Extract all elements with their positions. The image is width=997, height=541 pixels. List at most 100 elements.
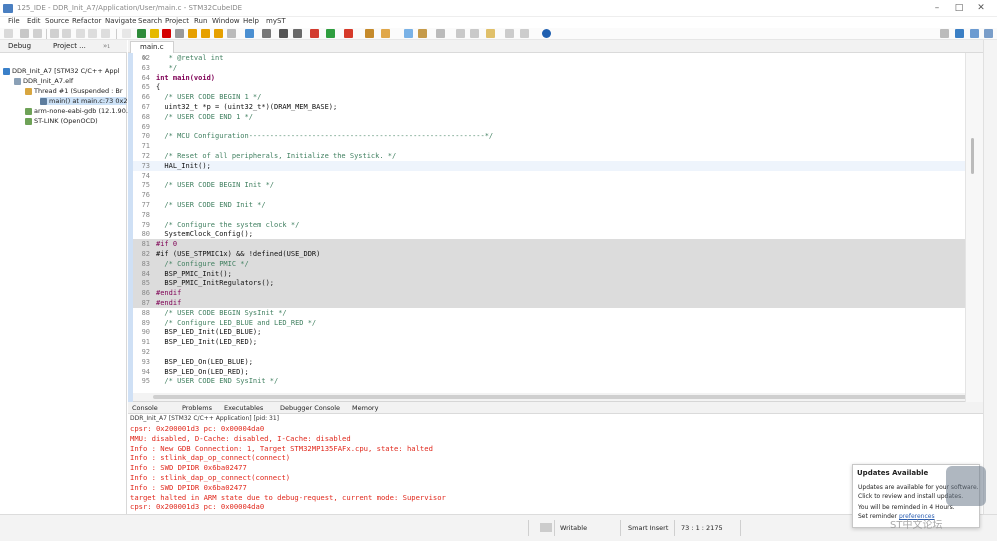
tab-problems[interactable]: Problems xyxy=(182,404,212,412)
code-line[interactable]: 93 BSP_LED_On(LED_BLUE); xyxy=(133,357,965,367)
code-line[interactable]: 85 BSP_PMIC_InitRegulators(); xyxy=(133,278,965,289)
nav-forward-icon[interactable] xyxy=(520,29,529,38)
debug-config-icon[interactable] xyxy=(279,29,288,38)
tree-thread[interactable]: Thread #1 (Suspended : Br xyxy=(25,87,123,95)
step-over-icon[interactable] xyxy=(201,29,210,38)
tab-debugger-console[interactable]: Debugger Console xyxy=(280,404,340,412)
tab-debug[interactable]: Debug xyxy=(8,42,31,50)
menu-window[interactable]: Window xyxy=(212,17,240,25)
tab-memory[interactable]: Memory xyxy=(352,404,378,412)
code-line[interactable]: 69 xyxy=(133,122,965,132)
disconnect-icon[interactable] xyxy=(175,29,184,38)
step-into-icon[interactable] xyxy=(188,29,197,38)
menu-edit[interactable]: Edit xyxy=(27,17,41,25)
code-line[interactable]: 76 xyxy=(133,190,965,200)
code-line[interactable]: 67 uint32_t *p = (uint32_t*)(DRAM_MEM_BA… xyxy=(133,102,965,112)
code-line[interactable]: 83 /* Configure PMIC */ xyxy=(133,258,965,269)
code-line[interactable]: 71 xyxy=(133,141,965,151)
new-project-icon[interactable] xyxy=(365,29,374,38)
horizontal-scrollbar[interactable] xyxy=(133,393,973,401)
clean-icon[interactable] xyxy=(62,29,71,38)
resume-icon[interactable] xyxy=(137,29,146,38)
run-icon[interactable] xyxy=(326,29,335,38)
tab-executables[interactable]: Executables xyxy=(224,404,263,412)
profile-icon[interactable] xyxy=(344,29,353,38)
perspective-debug-icon[interactable] xyxy=(970,29,979,38)
debug-icon[interactable] xyxy=(310,29,319,38)
tree-elf[interactable]: DDR_Init_A7.elf xyxy=(14,77,73,85)
code-line[interactable]: 66 /* USER CODE BEGIN 1 */ xyxy=(133,92,965,102)
code-line[interactable]: 68 /* USER CODE END 1 */ xyxy=(133,112,965,122)
menu-search[interactable]: Search xyxy=(138,17,162,25)
panel-menu-icon[interactable]: »₁ xyxy=(103,42,110,50)
menu-source[interactable]: Source xyxy=(45,17,69,25)
save-icon[interactable] xyxy=(20,29,29,38)
tab-main-c[interactable]: main.c ✕ xyxy=(130,41,174,62)
reset-chip-icon[interactable] xyxy=(262,29,271,38)
refresh-icon[interactable] xyxy=(101,29,110,38)
tab-project-explorer[interactable]: Project ... xyxy=(53,42,86,50)
menu-refactor[interactable]: Refactor xyxy=(72,17,101,25)
code-area[interactable]: 62 * @retval int 63 */64 int main(void) 65{… xyxy=(133,53,965,402)
code-line[interactable]: 88 /* USER CODE BEGIN SysInit */ xyxy=(133,308,965,318)
menu-file[interactable]: File xyxy=(8,17,20,25)
minimize-icon[interactable]: – xyxy=(930,2,944,14)
code-line[interactable]: 63 */ xyxy=(133,63,965,73)
last-edit-icon[interactable] xyxy=(486,29,495,38)
tree-stack-frame[interactable]: main() at main.c:73 0x28 xyxy=(40,97,132,105)
code-line[interactable]: 62 * @retval int xyxy=(133,53,965,63)
tree-stlink[interactable]: ST-LINK (OpenOCD) xyxy=(25,117,98,125)
terminate-icon[interactable] xyxy=(162,29,171,38)
code-line[interactable]: 86 #endif xyxy=(133,288,965,299)
forward-icon[interactable] xyxy=(470,29,479,38)
code-line[interactable]: 73 HAL_Init(); xyxy=(133,160,965,171)
back-icon[interactable] xyxy=(456,29,465,38)
tree-gdb[interactable]: arm-none-eabi-gdb (12.1.90.2 xyxy=(25,107,132,115)
code-line[interactable]: 91 BSP_LED_Init(LED_RED); xyxy=(133,337,965,347)
code-line[interactable]: 78 xyxy=(133,210,965,220)
info-icon[interactable] xyxy=(542,29,551,38)
code-line[interactable]: 77 /* USER CODE END Init */ xyxy=(133,200,965,210)
code-line[interactable]: 82 #if (USE_STPMIC1x) && !defined(USE_DDR… xyxy=(133,249,965,259)
code-line[interactable]: 75 /* USER CODE BEGIN Init */ xyxy=(133,180,965,190)
menu-myst[interactable]: myST xyxy=(266,17,286,25)
code-line[interactable]: 74 xyxy=(133,171,965,181)
perspective-cpp-icon[interactable] xyxy=(955,29,964,38)
code-line[interactable]: 84 BSP_PMIC_Init(); xyxy=(133,268,965,279)
annotation-icon[interactable] xyxy=(418,29,427,38)
vertical-scrollbar[interactable] xyxy=(965,53,983,402)
code-line[interactable]: 64 int main(void) xyxy=(133,73,965,83)
close-icon[interactable]: ✕ xyxy=(974,2,988,14)
next-annotation-icon[interactable] xyxy=(436,29,445,38)
skip-breakpoints-icon[interactable] xyxy=(122,29,131,38)
nav-back-icon[interactable] xyxy=(505,29,514,38)
step-return-icon[interactable] xyxy=(214,29,223,38)
external-tools-icon[interactable] xyxy=(293,29,302,38)
menu-run[interactable]: Run xyxy=(194,17,207,25)
redo-icon[interactable] xyxy=(88,29,97,38)
build-icon[interactable] xyxy=(50,29,59,38)
restart-icon[interactable] xyxy=(227,29,236,38)
code-line[interactable]: 90 BSP_LED_Init(LED_BLUE); xyxy=(133,327,965,337)
save-all-icon[interactable] xyxy=(33,29,42,38)
mark-occurrences-icon[interactable] xyxy=(404,29,413,38)
code-line[interactable]: 65 { xyxy=(133,82,965,92)
menu-help[interactable]: Help xyxy=(243,17,259,25)
menu-project[interactable]: Project xyxy=(165,17,189,25)
code-line[interactable]: 89 /* Configure LED_BLUE and LED_RED */ xyxy=(133,318,965,328)
code-line[interactable]: 81 #if 0 xyxy=(133,239,965,250)
instruction-step-icon[interactable] xyxy=(245,29,254,38)
tree-launch-config[interactable]: DDR_Init_A7 [STM32 C/C++ Appl xyxy=(3,67,119,75)
undo-icon[interactable] xyxy=(76,29,85,38)
code-line[interactable]: 79 /* Configure the system clock */ xyxy=(133,220,965,230)
new-icon[interactable] xyxy=(4,29,13,38)
suspend-icon[interactable] xyxy=(150,29,159,38)
perspective-device-icon[interactable] xyxy=(984,29,993,38)
code-line[interactable]: 72 /* Reset of all peripherals, Initiali… xyxy=(133,151,965,161)
code-line[interactable]: 70 /* MCU Configuration-----------------… xyxy=(133,131,965,141)
code-line[interactable]: 92 xyxy=(133,347,965,357)
code-line[interactable]: 94 BSP_LED_On(LED_RED); xyxy=(133,367,965,377)
tab-console[interactable]: Console xyxy=(132,404,158,412)
open-type-icon[interactable] xyxy=(381,29,390,38)
menu-navigate[interactable]: Navigate xyxy=(105,17,136,25)
